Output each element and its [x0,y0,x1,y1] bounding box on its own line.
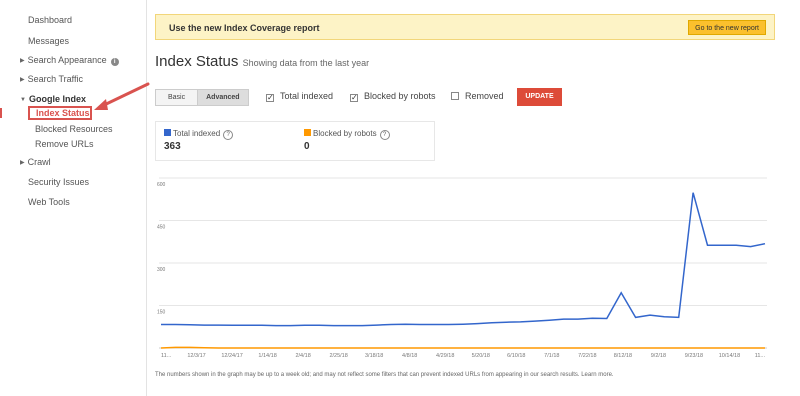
chart-lines [160,192,766,349]
stat-label: Blocked by robots [313,129,377,138]
page-title: Index Status Showing data from the last … [155,53,369,70]
main-content: Use the new Index Coverage report Go to … [147,0,800,396]
x-tick-label: 10/14/18 [719,353,740,359]
page-subtitle: Showing data from the last year [242,58,370,68]
chart-x-ticks: 11... 12/3/17 12/24/17 1/14/18 2/4/18 2/25/18… [161,353,765,359]
go-to-new-report-button[interactable]: Go to the new report [688,20,766,35]
help-icon[interactable]: ? [223,130,234,140]
x-tick-label: 2/4/18 [295,353,310,359]
y-tick-label: 450 [157,225,166,231]
stat-value: 0 [304,141,310,152]
y-tick-label: 150 [157,310,166,316]
update-button[interactable]: UPDATE [517,88,562,106]
x-tick-label: 11... [161,353,172,359]
x-tick-label: 12/24/17 [221,353,242,359]
sidebar-item-security-issues[interactable]: Security Issues [28,177,89,187]
stat-blocked-by-robots[interactable]: Blocked by robots? [304,129,390,140]
x-tick-label: 4/8/18 [402,353,417,359]
help-icon[interactable]: ? [379,130,390,140]
advanced-button[interactable]: Advanced [197,90,248,105]
banner-text: Use the new Index Coverage report [169,23,320,33]
y-tick-label: 600 [157,182,166,188]
annotation-arrow-icon [94,82,150,110]
sidebar-item-remove-urls[interactable]: Remove URLs [35,139,94,149]
sidebar-item-web-tools[interactable]: Web Tools [28,197,70,207]
x-tick-label: 2/25/18 [329,353,347,359]
x-tick-label: 4/29/18 [436,353,454,359]
stat-value: 363 [164,141,181,152]
x-tick-label: 9/2/18 [651,353,666,359]
stat-label: Total indexed [173,129,221,138]
legend-swatch [164,129,171,136]
x-tick-label: 5/20/18 [472,353,490,359]
checkbox-checked-icon: ✓ [266,93,274,102]
basic-button[interactable]: Basic [156,90,198,105]
x-tick-label: 12/3/17 [187,353,205,359]
total-indexed-checkbox[interactable]: ✓ Total indexed [266,91,333,102]
x-tick-label: 11... [755,353,766,359]
checkbox-label: Blocked by robots [364,91,436,101]
chart-gridlines [159,177,767,349]
index-status-chart: 600 450 300 150 11... 12/3/17 12/24/17 1/14/18… [157,177,767,359]
chart-y-ticks: 600 450 300 150 [157,182,166,316]
sidebar-item-crawl[interactable]: ▶ Crawl [20,157,51,167]
index-coverage-banner: Use the new Index Coverage report Go to … [155,14,775,40]
removed-checkbox[interactable]: Removed [451,91,504,101]
page-title-text: Index Status [155,53,239,70]
x-tick-label: 7/22/18 [578,353,596,359]
checkbox-label: Removed [465,91,504,101]
blocked-by-robots-checkbox[interactable]: ✓ Blocked by robots [350,91,436,102]
sidebar-item-label: Crawl [27,157,51,167]
x-tick-label: 8/12/18 [614,353,632,359]
y-tick-label: 300 [157,267,166,273]
checkbox-label: Total indexed [280,91,334,101]
footnote: The numbers shown in the graph may be up… [155,372,614,378]
x-tick-label: 6/10/18 [507,353,525,359]
legend-swatch [304,129,311,136]
view-toggle: Basic Advanced [155,89,249,106]
x-tick-label: 1/14/18 [258,353,276,359]
series-line [160,346,765,349]
stats-panel [155,121,435,161]
checkbox-unchecked-icon [451,92,459,100]
x-tick-label: 9/23/18 [685,353,703,359]
checkbox-checked-icon: ✓ [350,93,358,102]
x-tick-label: 3/18/18 [365,353,383,359]
expand-arrow-icon: ▶ [20,160,25,166]
stat-total-indexed[interactable]: Total indexed? [164,129,234,140]
x-tick-label: 7/1/18 [544,353,559,359]
